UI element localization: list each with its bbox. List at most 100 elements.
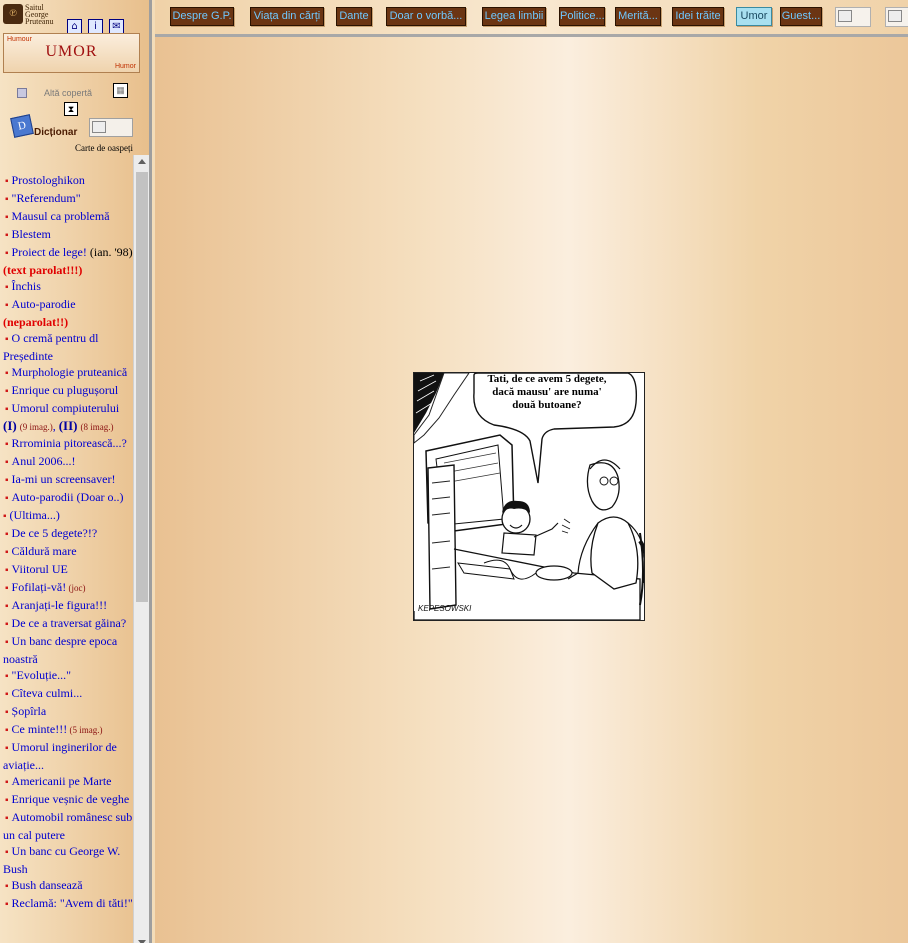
broken-image-icon[interactable]: [89, 118, 133, 137]
home-icon[interactable]: ⌂: [67, 19, 82, 34]
nav-button-viața-din-cărți[interactable]: Viața din cărți: [250, 7, 324, 26]
nav-item-label[interactable]: Mausul ca problemă: [12, 209, 110, 223]
scroll-thumb[interactable]: [136, 172, 148, 602]
nav-button-guest[interactable]: Guest...: [780, 7, 822, 26]
broken-image-icon[interactable]: [885, 7, 908, 27]
nav-list-item[interactable]: ▪ Ce minte!!! (5 imag.): [3, 721, 133, 739]
nav-list-item[interactable]: ▪ Auto-parodie (neparolat!!): [3, 296, 133, 330]
nav-item-label[interactable]: "Evoluție...": [12, 668, 71, 682]
nav-item-label[interactable]: Un banc cu George W. Bush: [3, 844, 120, 876]
broken-image-icon[interactable]: [835, 7, 871, 27]
nav-list-item[interactable]: ▪ Închis: [3, 278, 133, 296]
nav-list-item[interactable]: ▪ Anul 2006...!: [3, 453, 133, 471]
nav-item-label[interactable]: Auto-parodie: [12, 297, 76, 311]
nav-item-label[interactable]: Murphologie pruteanică: [12, 365, 128, 379]
nav-button-merită[interactable]: Merită...: [615, 7, 661, 26]
nav-item-label[interactable]: Închis: [12, 279, 41, 293]
nav-item-label[interactable]: Fofilați-vă!: [12, 580, 67, 594]
nav-list-item[interactable]: ▪ De ce a traversat găina?: [3, 615, 133, 633]
hourglass-icon[interactable]: ⧗: [64, 102, 78, 116]
nav-item-label[interactable]: Rrrominia pitorească...?: [12, 436, 127, 450]
bullet-icon: ▪: [5, 671, 9, 682]
nav-item-part-link[interactable]: (I): [3, 418, 17, 433]
nav-list-item[interactable]: ▪ Ia-mi un screensaver!: [3, 471, 133, 489]
nav-list-item[interactable]: ▪ "Evoluție...": [3, 667, 133, 685]
nav-item-label[interactable]: Enrique cu plugușorul: [12, 383, 119, 397]
nav-button-umor[interactable]: Umor: [736, 7, 772, 26]
nav-item-label[interactable]: De ce a traversat găina?: [12, 616, 127, 630]
nav-item-label[interactable]: Ce minte!!!: [12, 722, 68, 736]
nav-item-label[interactable]: Automobil românesc sub un cal putere: [3, 810, 132, 842]
nav-list-item[interactable]: ▪ Șopîrla: [3, 703, 133, 721]
nav-item-label[interactable]: Proiect de lege!: [12, 245, 87, 259]
nav-list-item[interactable]: ▪ Enrique veșnic de veghe: [3, 791, 133, 809]
nav-list-item[interactable]: ▪ Enrique cu plugușorul: [3, 382, 133, 400]
nav-item-label[interactable]: Umorul inginerilor de aviație...: [3, 740, 117, 772]
nav-item-label[interactable]: O cremă pentru dl Președinte: [3, 331, 99, 363]
info-icon[interactable]: i: [88, 19, 103, 34]
guestbook-link[interactable]: Carte de oaspeți: [75, 143, 133, 153]
nav-list-item[interactable]: ▪ Bush dansează: [3, 877, 133, 895]
nav-item-label[interactable]: Americanii pe Marte: [12, 774, 112, 788]
nav-item-label[interactable]: Auto-parodii: [12, 490, 74, 504]
nav-list-item[interactable]: ▪ Mausul ca problemă: [3, 208, 133, 226]
nav-item-label[interactable]: "Referendum": [12, 191, 81, 205]
dictionary-link[interactable]: D Dicționar: [10, 114, 82, 138]
nav-list-item[interactable]: ▪ Umorul compiuterului (I) (9 imag.), (II…: [3, 400, 133, 435]
nav-item-label[interactable]: Prostologhikon: [12, 173, 85, 187]
nav-item-label[interactable]: Cîteva culmi...: [12, 686, 83, 700]
nav-list-item[interactable]: ▪ Un banc cu George W. Bush: [3, 843, 133, 877]
nav-button-idei-trăite[interactable]: Idei trăite: [672, 7, 724, 26]
umor-title: UMOR: [45, 43, 98, 60]
nav-item-label[interactable]: Blestem: [12, 227, 51, 241]
calendar-icon[interactable]: ▦: [113, 83, 128, 98]
nav-list-item[interactable]: ▪ Auto-parodii (Doar o..) ▪ (Ultima...): [3, 489, 133, 525]
nav-list-item[interactable]: ▪ Fofilați-vă! (joc): [3, 579, 133, 597]
nav-item-part-link[interactable]: (II): [59, 418, 78, 433]
nav-list-item[interactable]: ▪ Viitorul UE: [3, 561, 133, 579]
nav-scrollbar[interactable]: [133, 155, 149, 943]
nav-item-label[interactable]: Un banc despre epoca noastră: [3, 634, 117, 666]
nav-list-item[interactable]: ▪ Prostologhikon: [3, 172, 133, 190]
nav-item-label[interactable]: Viitorul UE: [12, 562, 68, 576]
nav-list-item[interactable]: ▪ Murphologie pruteanică: [3, 364, 133, 382]
square-icon[interactable]: [17, 88, 27, 98]
nav-list-item[interactable]: ▪ Cîteva culmi...: [3, 685, 133, 703]
nav-button-legea-limbii[interactable]: Legea limbii: [482, 7, 546, 26]
nav-button-doar-o-vorbă[interactable]: Doar o vorbă...: [386, 7, 466, 26]
nav-list-item[interactable]: ▪ Proiect de lege! (ian. '98) (text parol…: [3, 244, 133, 278]
nav-list-item[interactable]: ▪ Un banc despre epoca noastră: [3, 633, 133, 667]
nav-list-item[interactable]: ▪ Blestem: [3, 226, 133, 244]
nav-button-dante[interactable]: Dante: [336, 7, 372, 26]
nav-list-item[interactable]: ▪ Automobil românesc sub un cal putere: [3, 809, 133, 843]
nav-list-item[interactable]: ▪ Aranjați-le figura!!!: [3, 597, 133, 615]
alt-cover-link[interactable]: Altă copertă: [44, 88, 92, 98]
site-logo[interactable]: ℗ Saitul George Pruteanu: [3, 3, 65, 29]
nav-item-label[interactable]: Șopîrla: [12, 704, 47, 718]
nav-item-label[interactable]: Reclamă: "Avem di tăti!": [12, 896, 133, 910]
nav-item-label[interactable]: Aranjați-le figura!!!: [12, 598, 108, 612]
nav-item-label[interactable]: Umorul compiuterului: [12, 401, 120, 415]
nav-button-politice[interactable]: Politice...: [559, 7, 605, 26]
scroll-up-icon[interactable]: [138, 159, 146, 164]
nav-list-item[interactable]: ▪ De ce 5 degete?!?: [3, 525, 133, 543]
umor-banner[interactable]: Humour UMOR Humor: [3, 33, 140, 73]
nav-list-item[interactable]: ▪ "Referendum": [3, 190, 133, 208]
nav-list-item[interactable]: ▪ O cremă pentru dl Președinte: [3, 330, 133, 364]
nav-list-item[interactable]: ▪ Reclamă: "Avem di tăti!": [3, 895, 133, 913]
bullet-icon: ▪: [5, 212, 9, 223]
nav-item-label[interactable]: Ia-mi un screensaver!: [12, 472, 116, 486]
nav-item-label[interactable]: Enrique veșnic de veghe: [12, 792, 130, 806]
nav-button-despre-g-p[interactable]: Despre G.P.: [170, 7, 234, 26]
nav-list-item[interactable]: ▪ Americanii pe Marte: [3, 773, 133, 791]
nav-item-label[interactable]: Anul 2006...!: [12, 454, 76, 468]
nav-item-sub-link[interactable]: (Doar o..): [77, 490, 124, 504]
nav-item-sub-link[interactable]: (Ultima...): [10, 508, 60, 522]
nav-item-label[interactable]: De ce 5 degete?!?: [12, 526, 98, 540]
nav-list-item[interactable]: ▪ Căldură mare: [3, 543, 133, 561]
nav-list-item[interactable]: ▪ Umorul inginerilor de aviație...: [3, 739, 133, 773]
mail-icon[interactable]: ✉: [109, 19, 124, 34]
nav-item-label[interactable]: Bush dansează: [12, 878, 83, 892]
nav-item-label[interactable]: Căldură mare: [12, 544, 77, 558]
nav-list-item[interactable]: ▪ Rrrominia pitorească...?: [3, 435, 133, 453]
